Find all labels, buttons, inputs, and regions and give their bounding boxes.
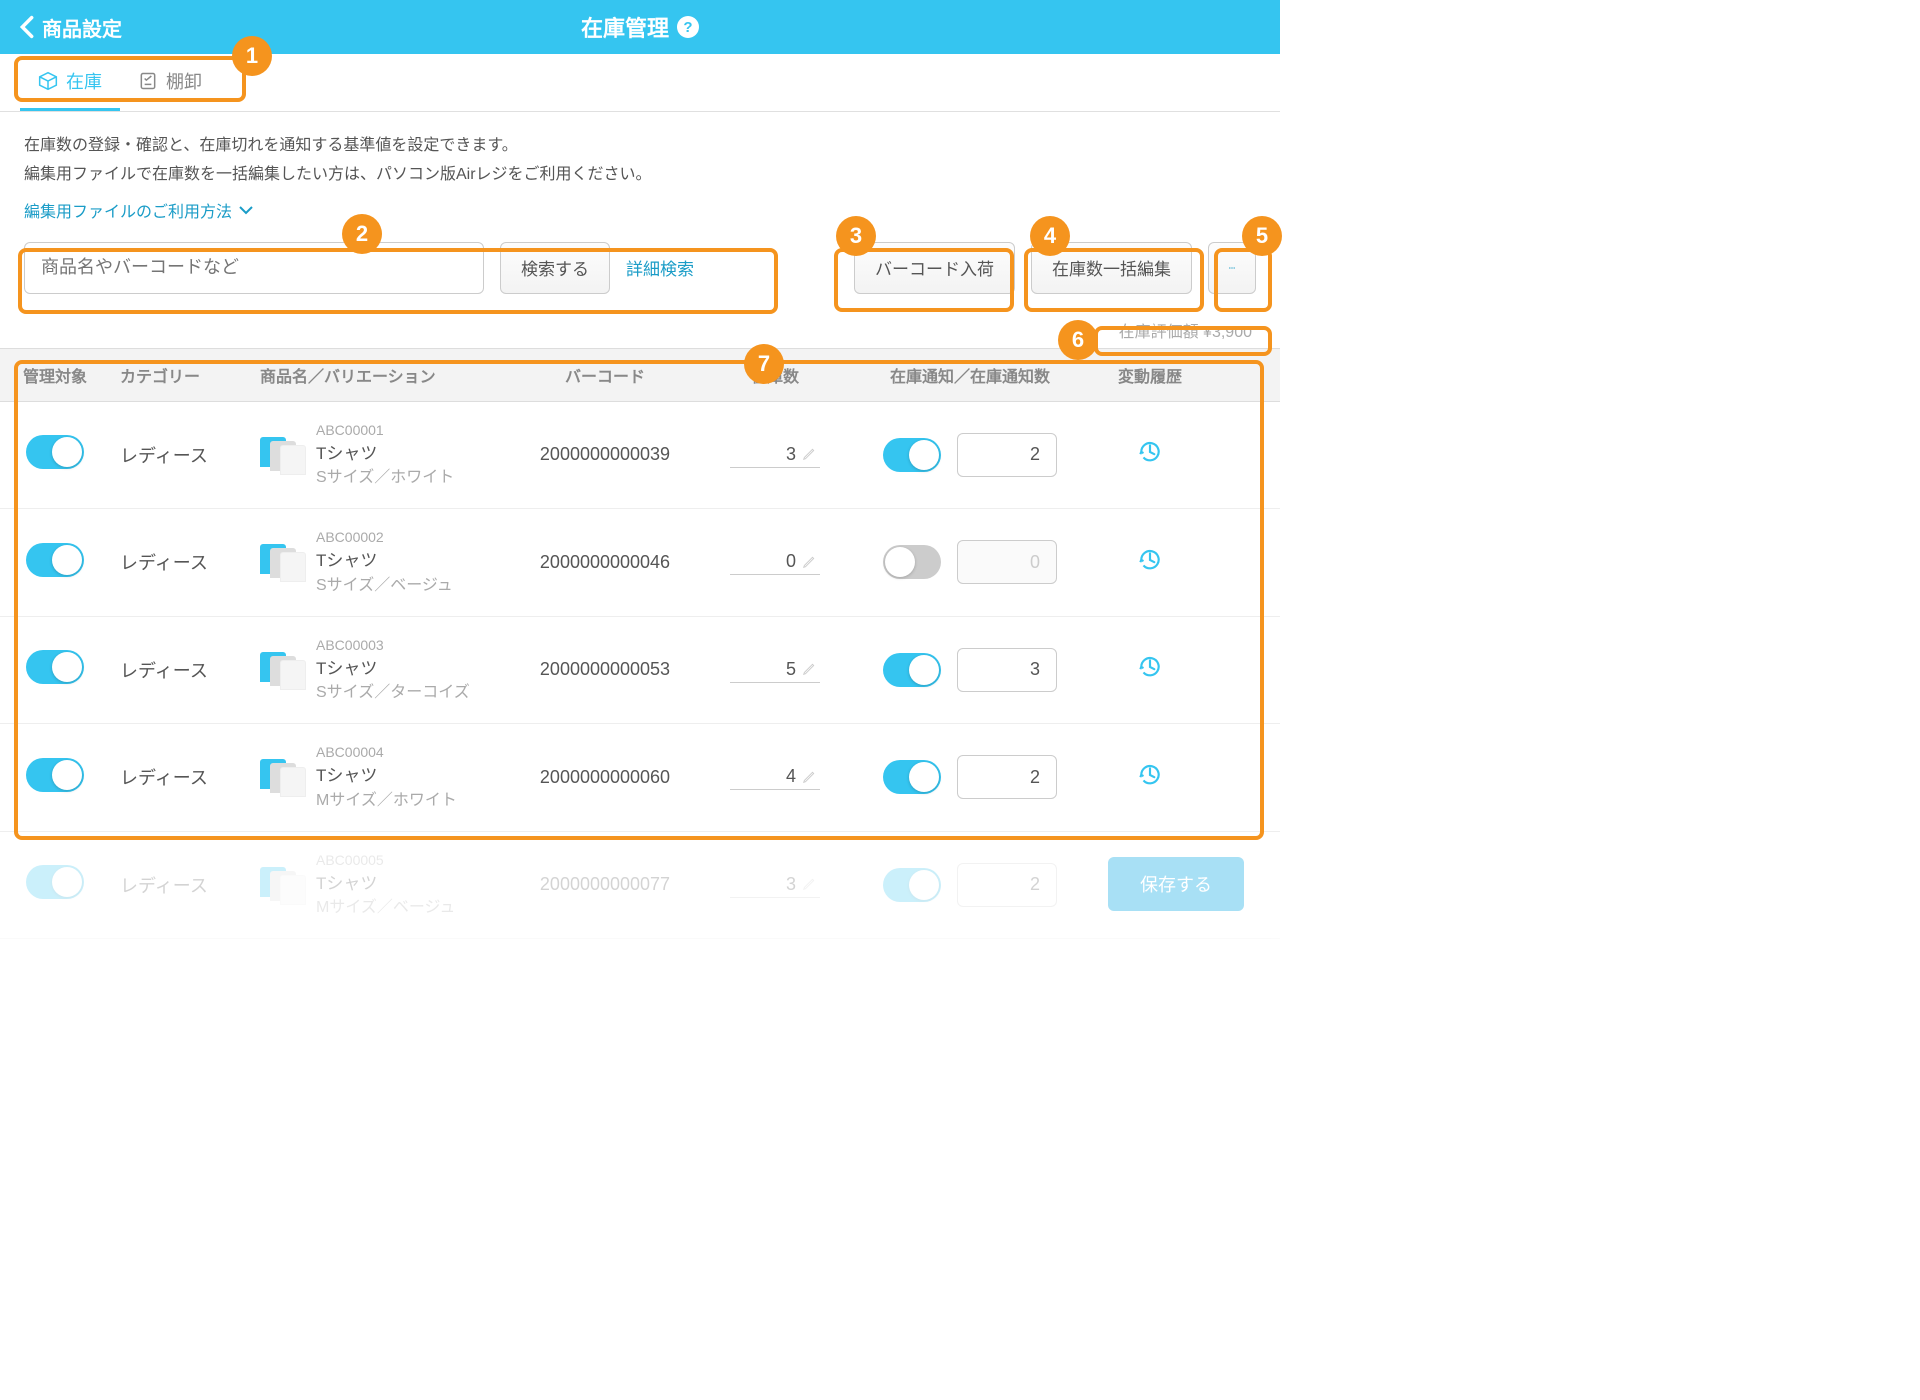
table-row: レディース ABC00001 Tシャツ Sサイズ／ホワイト 2000000000… bbox=[0, 402, 1280, 510]
notify-toggle[interactable] bbox=[883, 868, 941, 902]
manage-toggle[interactable] bbox=[26, 865, 84, 899]
product-text: ABC00003 Tシャツ Sサイズ／ターコイズ bbox=[316, 635, 470, 706]
pencil-icon bbox=[802, 447, 816, 461]
manage-toggle[interactable] bbox=[26, 435, 84, 469]
product-text: ABC00005 Tシャツ Mサイズ／ベージュ bbox=[316, 850, 455, 921]
back-label: 商品設定 bbox=[42, 13, 122, 42]
history-icon bbox=[1137, 654, 1163, 680]
pencil-icon bbox=[802, 770, 816, 784]
search-input[interactable] bbox=[24, 242, 484, 294]
notify-toggle[interactable] bbox=[883, 545, 941, 579]
barcode-receive-button[interactable]: バーコード入荷 bbox=[854, 242, 1015, 294]
callout-1: 1 bbox=[232, 36, 272, 76]
barcode-cell: 2000000000060 bbox=[510, 767, 700, 788]
stock-value[interactable]: 4 bbox=[730, 764, 820, 790]
description-line-2: 編集用ファイルで在庫数を一括編集したい方は、パソコン版Airレジをご利用ください… bbox=[24, 161, 1256, 190]
title-text: 在庫管理 bbox=[581, 11, 669, 43]
tab-stock[interactable]: 在庫 bbox=[20, 54, 120, 111]
box-icon bbox=[38, 71, 58, 91]
chevron-down-icon bbox=[238, 205, 254, 215]
notify-toggle[interactable] bbox=[883, 438, 941, 472]
callout-2: 2 bbox=[342, 214, 382, 254]
callout-6: 6 bbox=[1058, 320, 1098, 360]
stock-value[interactable]: 5 bbox=[730, 657, 820, 683]
pencil-icon bbox=[802, 877, 816, 891]
history-icon bbox=[1137, 547, 1163, 573]
notify-count-input[interactable] bbox=[957, 648, 1057, 692]
manage-toggle[interactable] bbox=[26, 543, 84, 577]
category-cell: レディース bbox=[110, 549, 250, 575]
notify-count-input[interactable] bbox=[957, 433, 1057, 477]
table-row: レディース ABC00004 Tシャツ Mサイズ／ホワイト 2000000000… bbox=[0, 724, 1280, 832]
callout-5: 5 bbox=[1242, 216, 1282, 256]
category-cell: レディース bbox=[110, 764, 250, 790]
help-icon[interactable]: ? bbox=[677, 16, 699, 38]
product-text: ABC00001 Tシャツ Sサイズ／ホワイト bbox=[316, 420, 454, 491]
tab-stock-label: 在庫 bbox=[66, 68, 102, 94]
product-text: ABC00002 Tシャツ Sサイズ／ベージュ bbox=[316, 527, 453, 598]
history-button[interactable] bbox=[1137, 762, 1163, 788]
stock-value[interactable]: 0 bbox=[730, 549, 820, 575]
stock-value[interactable]: 3 bbox=[730, 872, 820, 898]
edit-link-text: 編集用ファイルのご利用方法 bbox=[24, 198, 232, 222]
table-row: レディース ABC00005 Tシャツ Mサイズ／ベージュ 2000000000… bbox=[0, 832, 1280, 940]
barcode-cell: 2000000000046 bbox=[510, 552, 700, 573]
table-row: レディース ABC00002 Tシャツ Sサイズ／ベージュ 2000000000… bbox=[0, 509, 1280, 617]
col-history: 変動履歴 bbox=[1090, 363, 1210, 387]
callout-4: 4 bbox=[1030, 216, 1070, 256]
category-cell: レディース bbox=[110, 657, 250, 683]
barcode-cell: 2000000000053 bbox=[510, 659, 700, 680]
history-button[interactable] bbox=[1137, 547, 1163, 573]
product-thumb bbox=[260, 863, 304, 907]
back-button[interactable]: 商品設定 bbox=[20, 13, 122, 42]
history-icon bbox=[1137, 439, 1163, 465]
tab-inventory[interactable]: 棚卸 bbox=[120, 54, 220, 111]
history-button[interactable] bbox=[1137, 654, 1163, 680]
product-thumb bbox=[260, 648, 304, 692]
checklist-icon bbox=[138, 71, 158, 91]
manage-toggle[interactable] bbox=[26, 758, 84, 792]
pencil-icon bbox=[802, 662, 816, 676]
product-thumb bbox=[260, 433, 304, 477]
history-button[interactable] bbox=[1137, 439, 1163, 465]
search-button[interactable]: 検索する bbox=[500, 242, 610, 294]
save-button[interactable]: 保存する bbox=[1108, 857, 1244, 911]
barcode-cell: 2000000000077 bbox=[510, 874, 700, 895]
history-icon bbox=[1137, 762, 1163, 788]
barcode-cell: 2000000000039 bbox=[510, 444, 700, 465]
category-cell: レディース bbox=[110, 442, 250, 468]
notify-toggle[interactable] bbox=[883, 760, 941, 794]
callout-7: 7 bbox=[744, 344, 784, 384]
product-thumb bbox=[260, 755, 304, 799]
category-cell: レディース bbox=[110, 872, 250, 898]
manage-toggle[interactable] bbox=[26, 650, 84, 684]
tab-inventory-label: 棚卸 bbox=[166, 68, 202, 94]
stock-value[interactable]: 3 bbox=[730, 442, 820, 468]
col-barcode: バーコード bbox=[510, 363, 700, 387]
chevron-left-icon bbox=[20, 15, 34, 39]
edit-file-link[interactable]: 編集用ファイルのご利用方法 bbox=[24, 198, 254, 222]
col-product: 商品名／バリエーション bbox=[250, 363, 510, 387]
col-category: カテゴリー bbox=[110, 363, 250, 387]
advanced-search-link[interactable]: 詳細検索 bbox=[626, 255, 694, 280]
description-line-1: 在庫数の登録・確認と、在庫切れを通知する基準値を設定できます。 bbox=[24, 132, 1256, 161]
product-thumb bbox=[260, 540, 304, 584]
col-notify: 在庫通知／在庫通知数 bbox=[850, 363, 1090, 387]
notify-count-input[interactable] bbox=[957, 755, 1057, 799]
page-title: 在庫管理 ? bbox=[581, 11, 699, 43]
table-row: レディース ABC00003 Tシャツ Sサイズ／ターコイズ 200000000… bbox=[0, 617, 1280, 725]
product-text: ABC00004 Tシャツ Mサイズ／ホワイト bbox=[316, 742, 457, 813]
dots-icon bbox=[1229, 265, 1235, 271]
notify-count-input bbox=[957, 540, 1057, 584]
pencil-icon bbox=[802, 555, 816, 569]
col-manage: 管理対象 bbox=[0, 363, 110, 387]
notify-count-input[interactable] bbox=[957, 863, 1057, 907]
callout-3: 3 bbox=[836, 216, 876, 256]
notify-toggle[interactable] bbox=[883, 653, 941, 687]
